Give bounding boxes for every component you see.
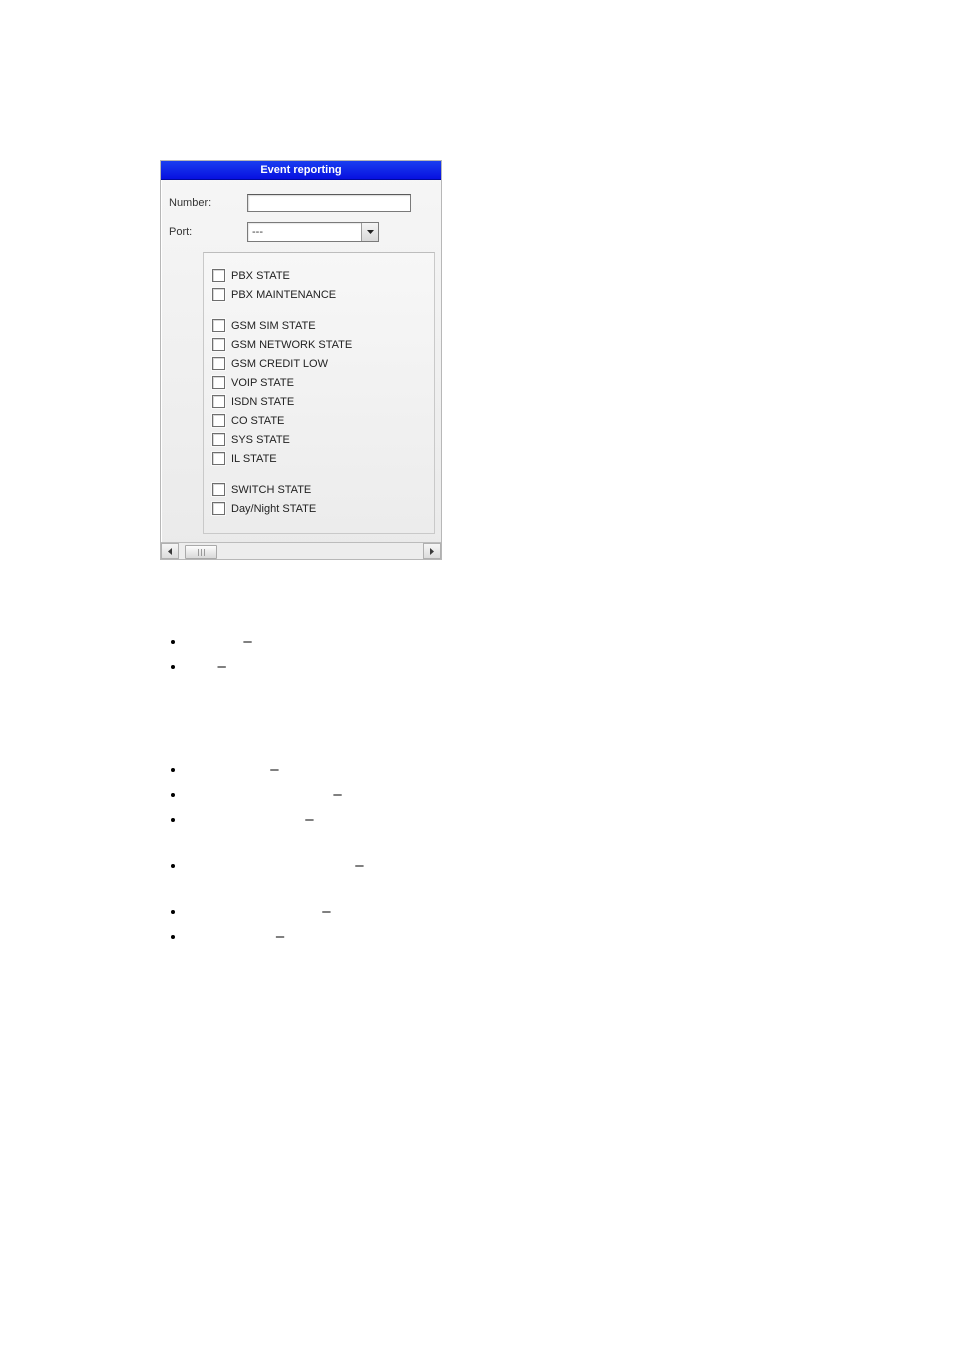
scroll-left-icon[interactable] [161, 543, 179, 559]
params-intro: Parameters: [160, 600, 860, 621]
checkbox-icon [212, 288, 225, 301]
checkbox-pbx-state[interactable]: PBX STATE [212, 269, 426, 282]
number-input[interactable] [247, 194, 411, 212]
checkbox-day-night-state[interactable]: Day/Night STATE [212, 502, 426, 515]
list-item: Number–the telephone number to which SMS… [186, 631, 860, 652]
checkbox-label: GSM CREDIT LOW [231, 358, 328, 370]
checkbox-il-state[interactable]: IL STATE [212, 452, 426, 465]
scroll-track[interactable] [179, 543, 423, 559]
checkbox-switch-state[interactable]: SWITCH STATE [212, 483, 426, 496]
checkbox-icon [212, 502, 225, 515]
port-select-value: --- [248, 223, 361, 241]
checkbox-icon [212, 433, 225, 446]
window-body: Number: Port: --- PBX STATE [161, 180, 441, 542]
horizontal-scrollbar[interactable] [161, 542, 441, 559]
checkbox-label: GSM SIM STATE [231, 320, 316, 332]
list-item: GSM CREDIT LOW–an SMS message will be se… [186, 901, 860, 922]
checkbox-icon [212, 483, 225, 496]
events-groupbox: PBX STATE PBX MAINTENANCE GSM SIM STATE … [203, 252, 435, 534]
checkbox-pbx-maintenance[interactable]: PBX MAINTENANCE [212, 288, 426, 301]
checkbox-icon [212, 357, 225, 370]
port-row: Port: --- [169, 222, 433, 242]
number-row: Number: [169, 194, 433, 212]
checkbox-co-state[interactable]: CO STATE [212, 414, 426, 427]
scroll-thumb[interactable] [185, 545, 217, 559]
checkbox-label: GSM NETWORK STATE [231, 339, 352, 351]
list-item: Port–the GSM port via which SMS messages… [186, 656, 860, 698]
list-item: GSM NETWORK STATE–an SMS message will be… [186, 855, 860, 897]
checkbox-label: IL STATE [231, 453, 277, 465]
checkbox-label: CO STATE [231, 415, 284, 427]
number-label: Number: [169, 197, 247, 209]
events-list: PBX STATE–an SMS message will be sent on… [160, 759, 860, 968]
checkbox-icon [212, 269, 225, 282]
port-label: Port: [169, 226, 247, 238]
checkbox-icon [212, 395, 225, 408]
checkbox-icon [212, 319, 225, 332]
chevron-down-icon[interactable] [361, 223, 378, 241]
scroll-right-icon[interactable] [423, 543, 441, 559]
list-item: PBX STATE–an SMS message will be sent on… [186, 759, 860, 780]
list-item: GSM SIM STATE–an SMS message will be sen… [186, 809, 860, 851]
checkbox-icon [212, 338, 225, 351]
events-intro: Events to be reported: [160, 728, 860, 749]
checkbox-sys-state[interactable]: SYS STATE [212, 433, 426, 446]
list-item: VOIP STATE–an SMS message will be sent o… [186, 926, 860, 968]
checkbox-label: ISDN STATE [231, 396, 294, 408]
checkbox-icon [212, 376, 225, 389]
checkbox-label: VOIP STATE [231, 377, 294, 389]
checkbox-isdn-state[interactable]: ISDN STATE [212, 395, 426, 408]
body-text: Parameters: Number–the telephone number … [160, 600, 860, 968]
window-title: Event reporting [161, 161, 441, 180]
checkbox-label: SWITCH STATE [231, 484, 311, 496]
event-reporting-window: Event reporting Number: Port: --- [160, 160, 442, 560]
params-list: Number–the telephone number to which SMS… [160, 631, 860, 698]
port-select[interactable]: --- [247, 222, 379, 242]
checkbox-gsm-credit-low[interactable]: GSM CREDIT LOW [212, 357, 426, 370]
checkbox-label: PBX MAINTENANCE [231, 289, 336, 301]
checkbox-voip-state[interactable]: VOIP STATE [212, 376, 426, 389]
checkbox-icon [212, 414, 225, 427]
checkbox-label: PBX STATE [231, 270, 290, 282]
checkbox-label: Day/Night STATE [231, 503, 316, 515]
checkbox-icon [212, 452, 225, 465]
checkbox-label: SYS STATE [231, 434, 290, 446]
checkbox-gsm-sim-state[interactable]: GSM SIM STATE [212, 319, 426, 332]
checkbox-gsm-network-state[interactable]: GSM NETWORK STATE [212, 338, 426, 351]
list-item: PBX MAINTENANCE–an SMS message will be s… [186, 784, 860, 805]
